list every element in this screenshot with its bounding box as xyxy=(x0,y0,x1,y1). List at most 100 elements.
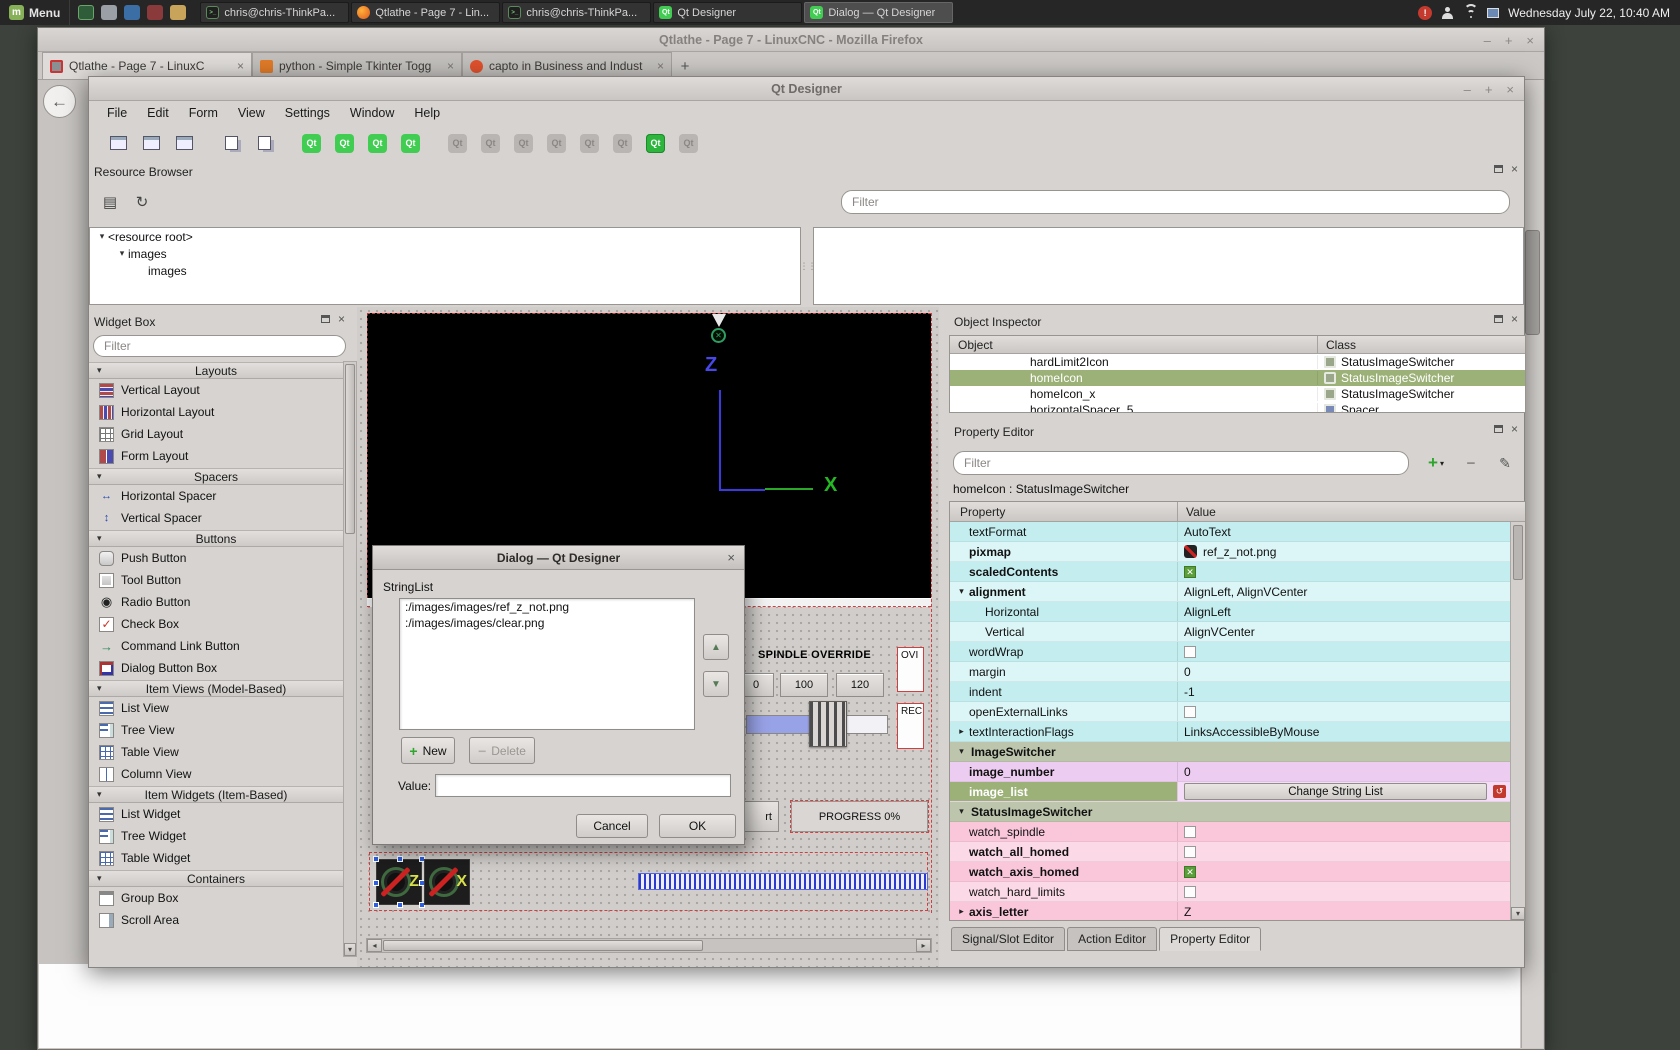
widget-item-list-widget[interactable]: List Widget xyxy=(89,803,343,825)
edit-resources-button[interactable]: ▤ xyxy=(99,191,121,213)
widget-item-vertical-layout[interactable]: Vertical Layout xyxy=(89,379,343,401)
expander-icon[interactable]: ▾ xyxy=(954,586,969,597)
property-row-axis-letter[interactable]: ▸axis_letterZ xyxy=(950,902,1512,921)
list-item[interactable]: :/images/images/ref_z_not.png xyxy=(400,599,694,615)
widget-box-header[interactable]: Widget Box xyxy=(89,311,357,333)
save-form-button[interactable] xyxy=(171,130,198,157)
float-panel-icon[interactable] xyxy=(321,315,330,323)
widget-item-list-view[interactable]: List View xyxy=(89,697,343,719)
property-row-textinteractionflags[interactable]: ▸textInteractionFlagsLinksAccessibleByMo… xyxy=(950,722,1512,742)
move-down-button[interactable]: ▼ xyxy=(703,671,729,697)
scroll-down-button[interactable]: ▾ xyxy=(1511,907,1525,920)
property-value-cell[interactable] xyxy=(1177,642,1512,661)
menu-view[interactable]: View xyxy=(228,103,275,123)
close-icon[interactable]: × xyxy=(1506,82,1514,97)
property-row-horizontal[interactable]: HorizontalAlignLeft xyxy=(950,602,1512,622)
property-row-watch-all-homed[interactable]: watch_all_homed xyxy=(950,842,1512,862)
network-icon[interactable] xyxy=(1487,8,1499,18)
reset-property-button[interactable]: ↺ xyxy=(1493,785,1506,798)
checkbox-checked[interactable]: ✕ xyxy=(1184,566,1196,578)
tab-close-icon[interactable]: × xyxy=(447,59,454,73)
close-panel-icon[interactable]: × xyxy=(1511,314,1518,324)
add-dynamic-property-button[interactable]: +▾ xyxy=(1419,451,1453,475)
back-button[interactable]: ← xyxy=(43,85,76,118)
float-panel-icon[interactable] xyxy=(1494,425,1503,433)
resource-filter-input[interactable] xyxy=(841,190,1510,214)
property-filter-input[interactable] xyxy=(953,451,1409,475)
checkbox-unchecked[interactable] xyxy=(1184,706,1196,718)
edit-widgets-button[interactable]: Qt xyxy=(298,130,325,157)
property-row-watch-axis-homed[interactable]: watch_axis_homed✕ xyxy=(950,862,1512,882)
close-panel-icon[interactable]: × xyxy=(338,314,345,324)
user-applet-icon[interactable] xyxy=(1441,6,1455,20)
property-value-cell[interactable]: ✕ xyxy=(1177,862,1512,881)
inspector-row-homeicon[interactable]: homeIconStatusImageSwitcher xyxy=(950,370,1525,386)
property-row-alignment[interactable]: ▾alignmentAlignLeft, AlignVCenter xyxy=(950,582,1512,602)
editor-launcher-icon[interactable] xyxy=(147,5,163,20)
scroll-down-button[interactable]: ▾ xyxy=(344,943,356,956)
resource-tree-item-resource-root[interactable]: ▾<resource root> xyxy=(90,228,800,245)
widget-item-check-box[interactable]: ✓Check Box xyxy=(89,613,343,635)
widget-item-horizontal-spacer[interactable]: ↔Horizontal Spacer xyxy=(89,485,343,507)
selection-handle[interactable] xyxy=(397,902,403,908)
scrollbar-thumb[interactable] xyxy=(1513,525,1523,580)
property-value-cell[interactable] xyxy=(1177,822,1512,841)
qt-designer-titlebar[interactable]: Qt Designer – + × xyxy=(89,77,1524,101)
new-tab-button[interactable]: + xyxy=(672,54,698,78)
override-segment-120[interactable]: 120 xyxy=(836,673,884,697)
edit-signals-slots-button[interactable]: Qt xyxy=(331,130,358,157)
property-row-textformat[interactable]: textFormatAutoText xyxy=(950,522,1512,542)
maximize-icon[interactable]: + xyxy=(1485,82,1493,97)
property-row-watch-hard-limits[interactable]: watch_hard_limits xyxy=(950,882,1512,902)
expander-icon[interactable]: ▾ xyxy=(96,231,108,242)
widget-item-dialog-button-box[interactable]: Dialog Button Box xyxy=(89,657,343,679)
adjust-size-button[interactable]: Qt xyxy=(675,130,702,157)
updates-shield-icon[interactable]: ! xyxy=(1418,6,1432,20)
checkbox-unchecked[interactable] xyxy=(1184,646,1196,658)
new-form-button[interactable] xyxy=(105,130,132,157)
expander-icon[interactable]: ▾ xyxy=(954,806,969,817)
widget-item-push-button[interactable]: Push Button xyxy=(89,547,343,569)
property-row-vertical[interactable]: VerticalAlignVCenter xyxy=(950,622,1512,642)
menu-file[interactable]: File xyxy=(97,103,137,123)
layout-splitter-vertical-button[interactable]: Qt xyxy=(543,130,570,157)
widget-item-grid-layout[interactable]: Grid Layout xyxy=(89,423,343,445)
menu-form[interactable]: Form xyxy=(179,103,228,123)
clock[interactable]: Wednesday July 22, 10:40 AM xyxy=(1508,6,1670,20)
tab-signal-slot-editor[interactable]: Signal/Slot Editor xyxy=(951,927,1065,951)
taskbar-window-chris-chris-thinkpa[interactable]: >_chris@chris-ThinkPa... xyxy=(502,2,651,23)
minimize-icon[interactable]: – xyxy=(1484,33,1491,48)
string-list-box[interactable]: :/images/images/ref_z_not.png:/images/im… xyxy=(399,598,695,730)
close-panel-icon[interactable]: × xyxy=(1511,164,1518,174)
progress-bar-widget[interactable]: PROGRESS 0% xyxy=(791,801,928,832)
taskbar-window-chris-chris-thinkpa[interactable]: >_chris@chris-ThinkPa... xyxy=(200,2,349,23)
widget-item-table-view[interactable]: Table View xyxy=(89,741,343,763)
minimize-icon[interactable]: – xyxy=(1464,82,1471,97)
widget-item-tree-view[interactable]: Tree View xyxy=(89,719,343,741)
close-icon[interactable]: × xyxy=(1526,33,1534,48)
edit-tab-order-button[interactable]: Qt xyxy=(397,130,424,157)
property-row-wordwrap[interactable]: wordWrap xyxy=(950,642,1512,662)
widget-item-table-widget[interactable]: Table Widget xyxy=(89,847,343,869)
change-string-list-button[interactable]: Change String List xyxy=(1184,783,1487,800)
firefox-scrollbar-thumb[interactable] xyxy=(1525,230,1540,335)
layout-form-button[interactable]: Qt xyxy=(609,130,636,157)
menu-window[interactable]: Window xyxy=(340,103,404,123)
property-row-margin[interactable]: margin0 xyxy=(950,662,1512,682)
menu-button[interactable]: m Menu xyxy=(0,0,70,25)
open-form-button[interactable] xyxy=(138,130,165,157)
resource-tree-item-images[interactable]: images xyxy=(90,262,800,279)
value-input[interactable] xyxy=(435,774,731,797)
widget-item-form-layout[interactable]: Form Layout xyxy=(89,445,343,467)
resource-tree-item-images[interactable]: ▾images xyxy=(90,245,800,262)
taskbar-window-dialog-qt-designer[interactable]: QtDialog — Qt Designer xyxy=(804,2,953,23)
checkbox-checked[interactable]: ✕ xyxy=(1184,866,1196,878)
paste-button[interactable] xyxy=(251,130,278,157)
tab-close-icon[interactable]: × xyxy=(657,59,664,73)
float-panel-icon[interactable] xyxy=(1494,315,1503,323)
property-editor-scrollbar[interactable]: ▾ xyxy=(1510,522,1525,920)
property-row-indent[interactable]: indent-1 xyxy=(950,682,1512,702)
selection-handle[interactable] xyxy=(373,856,379,862)
terminal-launcher-icon[interactable] xyxy=(78,5,94,20)
taskbar-window-qt-designer[interactable]: QtQt Designer xyxy=(653,2,802,23)
